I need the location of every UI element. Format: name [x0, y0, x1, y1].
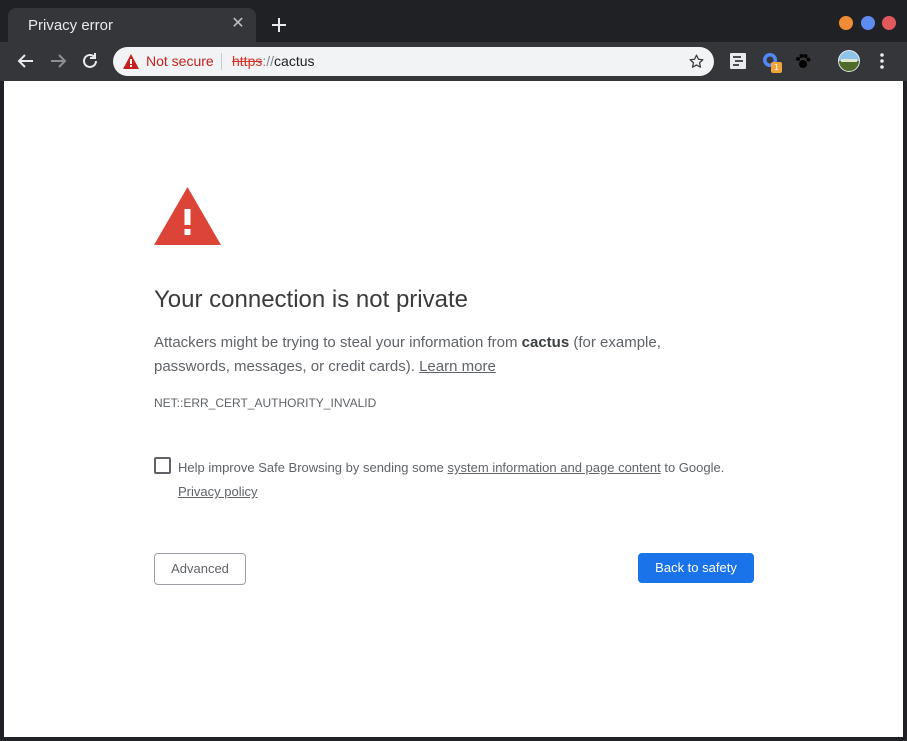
explanation-before: Attackers might be trying to steal your … [154, 334, 522, 351]
danger-triangle-icon [154, 187, 221, 245]
safe-browsing-label: Help improve Safe Browsing by sending so… [178, 456, 768, 504]
back-icon[interactable] [15, 50, 37, 72]
not-secure-label[interactable]: Not secure [146, 53, 214, 69]
forward-icon[interactable] [47, 50, 69, 72]
tab-title: Privacy error [28, 17, 114, 34]
back-to-safety-button[interactable]: Back to safety [638, 553, 754, 583]
page-title: Your connection is not private [154, 286, 468, 313]
system-info-link[interactable]: system information and page content [448, 460, 661, 475]
safe-browsing-after: to Google. [660, 460, 725, 475]
url-scheme: https [232, 53, 263, 69]
warning-icon[interactable] [123, 54, 139, 69]
paw-icon[interactable] [793, 51, 813, 71]
page-content: Your connection is not private Attackers… [4, 81, 903, 737]
omnibox-divider [221, 53, 222, 70]
error-code: NET::ERR_CERT_AUTHORITY_INVALID [154, 396, 377, 410]
url-separator: :// [262, 53, 275, 69]
safe-browsing-before: Help improve Safe Browsing by sending so… [178, 460, 448, 475]
extension-badge: 1 [771, 62, 782, 73]
toolbar: Not secure https://cactus 1 [0, 42, 907, 81]
window-maximize-button[interactable] [861, 16, 875, 30]
menu-icon[interactable] [872, 51, 892, 71]
reader-icon[interactable] [728, 51, 748, 71]
new-tab-icon[interactable] [268, 14, 290, 36]
privacy-policy-link[interactable]: Privacy policy [178, 484, 257, 499]
learn-more-link[interactable]: Learn more [419, 358, 496, 375]
safe-browsing-checkbox[interactable] [154, 457, 171, 474]
window-close-button[interactable] [882, 16, 896, 30]
advanced-button[interactable]: Advanced [154, 553, 246, 585]
explanation-host: cactus [521, 334, 570, 351]
profile-avatar[interactable] [838, 50, 860, 72]
extension-icon[interactable]: 1 [761, 51, 782, 73]
window-minimize-button[interactable] [839, 16, 853, 30]
omnibox[interactable]: Not secure https://cactus [113, 47, 714, 76]
url-text[interactable]: https://cactus [232, 53, 315, 69]
tab-privacy-error[interactable]: Privacy error ✕ [8, 8, 256, 42]
star-icon[interactable] [688, 53, 705, 70]
browser-window: Privacy error ✕ Not secure https://cactu… [0, 0, 907, 741]
url-host: cactus [274, 53, 315, 69]
profile-image [838, 50, 860, 72]
tab-strip: Privacy error ✕ [0, 0, 907, 42]
reload-icon[interactable] [79, 50, 101, 72]
tab-close-icon[interactable]: ✕ [228, 14, 248, 34]
explanation-text: Attackers might be trying to steal your … [154, 331, 714, 379]
